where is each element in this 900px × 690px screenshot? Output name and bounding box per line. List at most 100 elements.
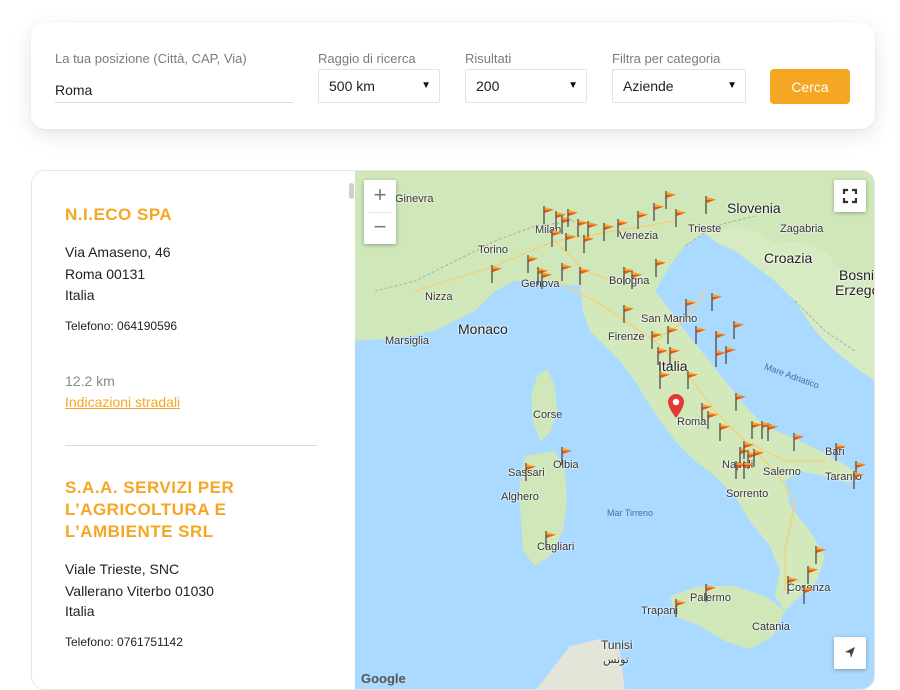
map-label-erzego: Erzego (835, 282, 875, 298)
category-flag-icon[interactable] (617, 219, 629, 237)
category-flag-icon[interactable] (807, 566, 819, 584)
search-card: La tua posizione (Città, CAP, Via) Raggi… (31, 23, 875, 129)
caret-down-icon: ▼ (568, 80, 578, 91)
category-flag-icon[interactable] (657, 347, 669, 365)
navigation-arrow-icon (845, 647, 855, 658)
fullscreen-button[interactable] (834, 180, 866, 212)
category-flag-icon[interactable] (853, 471, 865, 489)
category-flag-icon[interactable] (637, 211, 649, 229)
category-flag-icon[interactable] (491, 265, 503, 283)
radius-select[interactable]: 500 km ▼ (318, 69, 440, 103)
zoom-out-button[interactable]: − (364, 212, 396, 244)
location-pin-icon[interactable] (668, 394, 684, 418)
map-label-sorrento: Sorrento (726, 488, 769, 500)
map-label-tunisi: Tunisi (601, 638, 633, 652)
zoom-in-button[interactable]: + (364, 180, 396, 212)
category-flag-icon[interactable] (685, 299, 697, 317)
map-label-salerno: Salerno (763, 466, 801, 478)
category-flag-icon[interactable] (655, 259, 667, 277)
category-select[interactable]: Aziende ▼ (612, 69, 746, 103)
map-label-catania: Catania (752, 621, 790, 633)
map-label-monaco: Monaco (458, 321, 508, 337)
list-scrollbar[interactable] (349, 183, 354, 199)
map-label-bosnia: Bosni (839, 267, 875, 283)
caret-down-icon: ▼ (421, 80, 431, 91)
category-flag-icon[interactable] (603, 223, 615, 241)
category-flag-icon[interactable] (711, 293, 723, 311)
category-flag-icon[interactable] (793, 433, 805, 451)
category-flag-icon[interactable] (705, 196, 717, 214)
category-flag-icon[interactable] (665, 191, 677, 209)
category-flag-icon[interactable] (541, 271, 553, 289)
result-address-city: Vallerano Viterbo 01030 (65, 583, 214, 599)
category-flag-icon[interactable] (525, 463, 537, 481)
results-value: 200 (476, 78, 500, 94)
category-flag-icon[interactable] (803, 586, 815, 604)
map-label-alghero: Alghero (501, 491, 539, 503)
location-label: La tua posizione (Città, CAP, Via) (55, 51, 247, 66)
category-flag-icon[interactable] (687, 371, 699, 389)
directions-link[interactable]: Indicazioni stradali (65, 394, 180, 410)
result-name[interactable]: S.A.A. SERVIZI PER L’AGRICOLTURA E L’AMB… (65, 477, 335, 543)
category-flag-icon[interactable] (719, 423, 731, 441)
map-label-trieste: Trieste (688, 223, 722, 235)
category-flag-icon[interactable] (583, 235, 595, 253)
my-location-button[interactable] (834, 637, 866, 669)
category-flag-icon[interactable] (675, 209, 687, 227)
search-button[interactable]: Cerca (770, 69, 850, 104)
category-flag-icon[interactable] (695, 326, 707, 344)
category-flag-icon[interactable] (579, 267, 591, 285)
category-value: Aziende (623, 78, 674, 94)
category-flag-icon[interactable] (715, 349, 727, 367)
google-logo: Google (361, 671, 406, 686)
result-address-country: Italia (65, 603, 95, 619)
category-flag-icon[interactable] (565, 233, 577, 251)
location-input[interactable] (55, 77, 293, 103)
result-distance: 12.2 km (65, 373, 115, 389)
category-flag-icon[interactable] (815, 546, 827, 564)
map-label-tunisi-ar: تونس (603, 654, 629, 666)
category-flag-icon[interactable] (705, 584, 717, 602)
map-canvas (355, 171, 874, 689)
category-flag-icon[interactable] (787, 576, 799, 594)
category-flag-icon[interactable] (551, 229, 563, 247)
category-flag-icon[interactable] (561, 263, 573, 281)
zoom-control: + − (364, 180, 396, 244)
category-flag-icon[interactable] (701, 403, 713, 421)
result-name[interactable]: N.I.ECO SPA (65, 204, 335, 226)
results-list[interactable]: N.I.ECO SPA Via Amaseno, 46 Roma 00131 I… (32, 171, 355, 689)
map-label-slovenia: Slovenia (727, 200, 781, 216)
result-divider (65, 445, 317, 446)
results-select[interactable]: 200 ▼ (465, 69, 587, 103)
category-flag-icon[interactable] (761, 421, 773, 439)
category-flag-icon[interactable] (659, 371, 671, 389)
map[interactable]: Ginevra Torino Milan Genova Monaco Marsi… (355, 171, 875, 689)
result-phone: Telefono: 0761751142 (65, 635, 183, 649)
radius-label: Raggio di ricerca (318, 51, 416, 66)
category-flag-icon[interactable] (623, 305, 635, 323)
category-flag-icon[interactable] (743, 461, 755, 479)
map-label-corse: Corse (533, 409, 563, 421)
map-label-marsiglia: Marsiglia (385, 335, 430, 347)
results-label: Risultati (465, 51, 512, 66)
category-flag-icon[interactable] (653, 203, 665, 221)
category-flag-icon[interactable] (561, 447, 573, 465)
category-flag-icon[interactable] (543, 206, 555, 224)
radius-value: 500 km (329, 78, 375, 94)
map-label-ginevra: Ginevra (395, 193, 434, 205)
category-flag-icon[interactable] (733, 321, 745, 339)
category-label: Filtra per categoria (612, 51, 721, 66)
fullscreen-icon (842, 188, 858, 204)
category-flag-icon[interactable] (835, 443, 847, 461)
map-label-nizza: Nizza (425, 291, 453, 303)
category-flag-icon[interactable] (669, 347, 681, 365)
category-flag-icon[interactable] (675, 599, 687, 617)
category-flag-icon[interactable] (667, 326, 679, 344)
category-flag-icon[interactable] (545, 531, 557, 549)
category-flag-icon[interactable] (735, 393, 747, 411)
map-label-torino: Torino (478, 244, 508, 256)
result-address-country: Italia (65, 287, 95, 303)
land-corsica (531, 369, 557, 441)
category-flag-icon[interactable] (631, 271, 643, 289)
map-label-croazia: Croazia (764, 250, 813, 266)
